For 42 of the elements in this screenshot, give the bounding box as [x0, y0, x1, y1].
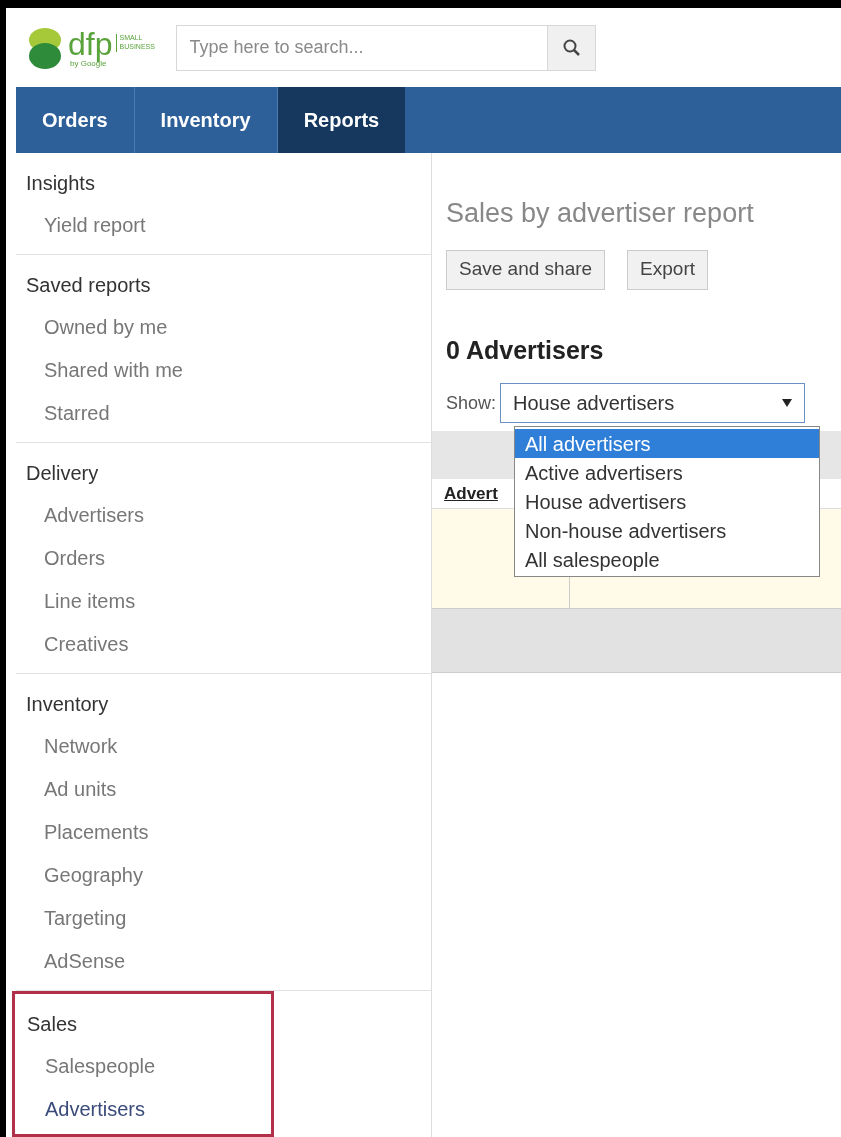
sidebar-item[interactable]: Targeting — [16, 896, 127, 939]
search-field[interactable]: Type here to search... — [176, 24, 549, 71]
sidebar-item[interactable]: Line items — [16, 579, 136, 622]
logo-wordmark: dfp — [68, 27, 113, 60]
sidebar-item[interactable]: Ad units — [16, 767, 117, 810]
sidebar-item[interactable]: Network — [16, 724, 118, 767]
sidebar-item[interactable]: Advertisers — [16, 493, 145, 536]
sidebar-item[interactable]: Advertisers — [17, 1087, 146, 1130]
dropdown-option[interactable]: House advertisers — [515, 487, 819, 516]
sidebar-item[interactable]: Placements — [16, 810, 149, 853]
sidebar-item[interactable]: Salespeople — [17, 1044, 156, 1087]
sidebar-item[interactable]: Orders — [16, 536, 106, 579]
section-heading: Insights — [25, 171, 96, 196]
sidebar-item[interactable]: AdSense — [16, 939, 126, 982]
show-select[interactable]: House advertisers — [500, 383, 806, 423]
report-title: Sales by advertiser report — [445, 197, 755, 230]
advertiser-count: 0 Advertisers — [445, 334, 605, 366]
dropdown-option[interactable]: All salespeople — [515, 545, 819, 574]
search-button[interactable] — [548, 24, 597, 71]
caret-icon — [782, 399, 793, 407]
nav-tab[interactable]: Reports — [277, 87, 406, 153]
show-label: Show: — [446, 391, 497, 415]
sidebar-item[interactable]: Starred — [16, 391, 110, 434]
dropdown-option[interactable]: Non-house advertisers — [515, 516, 819, 545]
search-icon — [563, 38, 581, 57]
section-heading: Inventory — [25, 692, 110, 717]
section-heading: Delivery — [25, 461, 100, 486]
toolbar-button[interactable]: Save and share — [446, 249, 606, 290]
sidebar-item[interactable]: Owned by me — [16, 305, 168, 348]
nav-tab[interactable]: Orders — [16, 87, 135, 153]
nav-tab[interactable]: Inventory — [134, 87, 278, 153]
column-header[interactable]: Advert — [444, 480, 498, 507]
sidebar-item[interactable]: Shared with me — [16, 348, 183, 391]
dropdown-option[interactable]: All advertisers — [515, 429, 819, 458]
section-heading: Saved reports — [25, 273, 152, 298]
sidebar-item[interactable]: Geography — [16, 853, 143, 896]
toolbar-button[interactable]: Export — [627, 249, 708, 290]
section-heading: Sales — [26, 1012, 79, 1037]
dropdown-option[interactable]: Active advertisers — [515, 458, 819, 487]
sidebar-item[interactable]: Creatives — [16, 622, 129, 665]
sidebar-item[interactable]: Yield report — [16, 203, 146, 246]
logo-icon — [28, 25, 62, 70]
